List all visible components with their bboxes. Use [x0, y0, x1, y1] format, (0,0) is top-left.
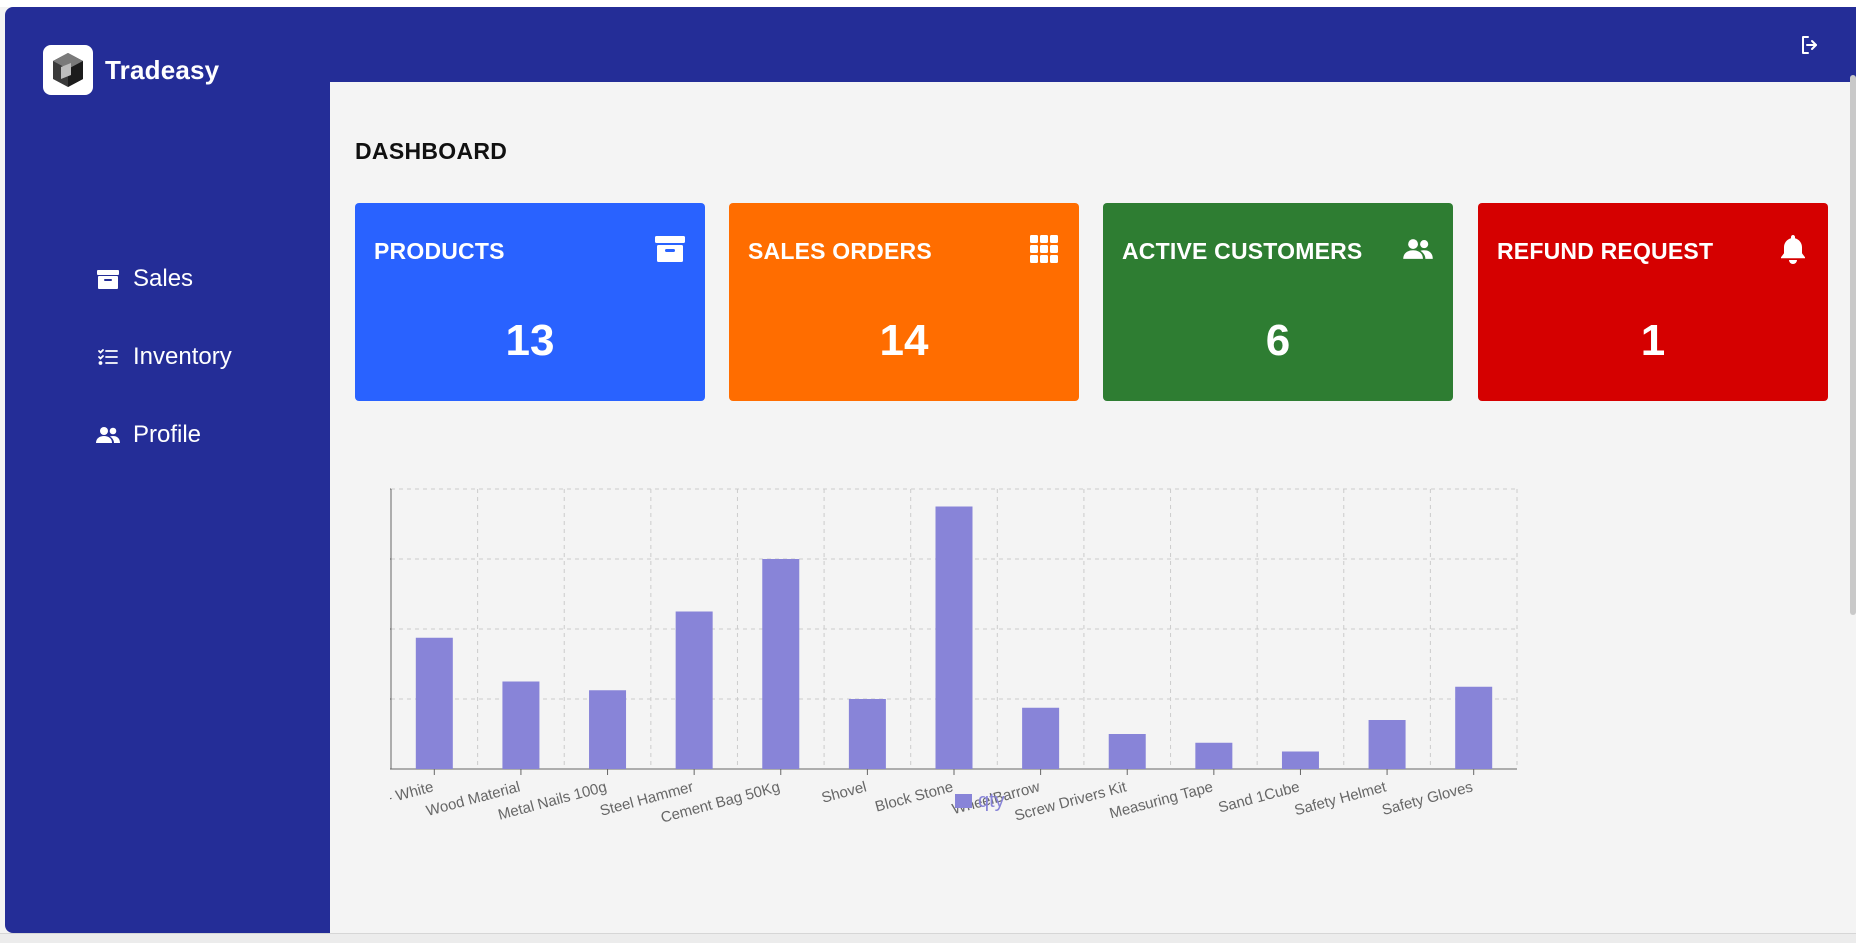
- active-customers-card[interactable]: ACTIVE CUSTOMERS 6: [1103, 203, 1453, 401]
- bar: [589, 690, 627, 769]
- list-icon: [95, 344, 121, 370]
- x-tick-label: Sand 1Cube: [1217, 778, 1302, 816]
- card-label: REFUND REQUEST: [1497, 238, 1714, 264]
- bar: [1368, 720, 1406, 769]
- card-value: 14: [879, 316, 929, 365]
- bar: [675, 611, 713, 769]
- legend-label: qty: [978, 790, 1005, 812]
- scrollbar[interactable]: [1850, 75, 1856, 615]
- bar: [848, 699, 886, 769]
- bar: [1195, 742, 1233, 769]
- chart-svg: 04080120160Paint - WhiteWood MaterialMet…: [348, 480, 1518, 827]
- bar: [1108, 734, 1146, 769]
- bell-icon: [1777, 233, 1809, 265]
- sales-orders-card[interactable]: SALES ORDERS 14: [729, 203, 1079, 401]
- archive-icon: [654, 233, 686, 265]
- qty-bar-chart: 04080120160Paint - WhiteWood MaterialMet…: [348, 467, 1830, 887]
- main-content: DASHBOARD PRODUCTS 13 SALES ORDERS 14 AC…: [330, 82, 1856, 933]
- bar: [1022, 707, 1060, 769]
- bar: [1281, 751, 1319, 769]
- window-bottom-strip: [0, 933, 1856, 943]
- app-logo: [43, 45, 93, 95]
- page-title: DASHBOARD: [355, 138, 508, 164]
- app-frame: Tradeasy Sales Inventory Profile DASHBOA…: [5, 7, 1856, 933]
- window-top-strip: [0, 0, 1856, 7]
- sidebar-nav: Sales Inventory Profile: [95, 261, 232, 495]
- x-tick-label: Shovel: [820, 778, 869, 806]
- card-value: 6: [1265, 316, 1291, 365]
- sidebar-item-label: Sales: [133, 265, 194, 292]
- card-label: ACTIVE CUSTOMERS: [1122, 238, 1363, 264]
- app-name: Tradeasy: [105, 54, 220, 85]
- sidebar-item-sales[interactable]: Sales: [95, 261, 232, 297]
- bar: [762, 559, 800, 769]
- grid-icon: [1028, 233, 1060, 265]
- refund-request-card[interactable]: REFUND REQUEST 1: [1478, 203, 1828, 401]
- x-tick-label: Safety Gloves: [1380, 778, 1475, 819]
- bar: [415, 637, 453, 769]
- bar: [935, 506, 973, 769]
- card-label: PRODUCTS: [374, 238, 505, 264]
- bar: [1455, 686, 1493, 769]
- archive-icon: [95, 266, 121, 292]
- legend-swatch: [955, 794, 972, 808]
- sidebar-item-inventory[interactable]: Inventory: [95, 339, 232, 375]
- products-card[interactable]: PRODUCTS 13: [355, 203, 705, 401]
- x-tick-label: Block Stone: [873, 778, 955, 815]
- users-icon: [1402, 233, 1434, 265]
- sidebar-item-profile[interactable]: Profile: [95, 417, 232, 453]
- sidebar-item-label: Profile: [133, 421, 202, 448]
- x-tick-label: Safety Helmet: [1293, 778, 1389, 819]
- card-value: 13: [505, 316, 555, 365]
- users-icon: [95, 422, 121, 448]
- sidebar-item-label: Inventory: [133, 343, 232, 370]
- bar: [502, 681, 540, 769]
- card-value: 1: [1640, 316, 1666, 365]
- brand[interactable]: Tradeasy: [43, 45, 219, 95]
- logout-icon[interactable]: [1798, 33, 1824, 59]
- card-label: SALES ORDERS: [748, 238, 932, 264]
